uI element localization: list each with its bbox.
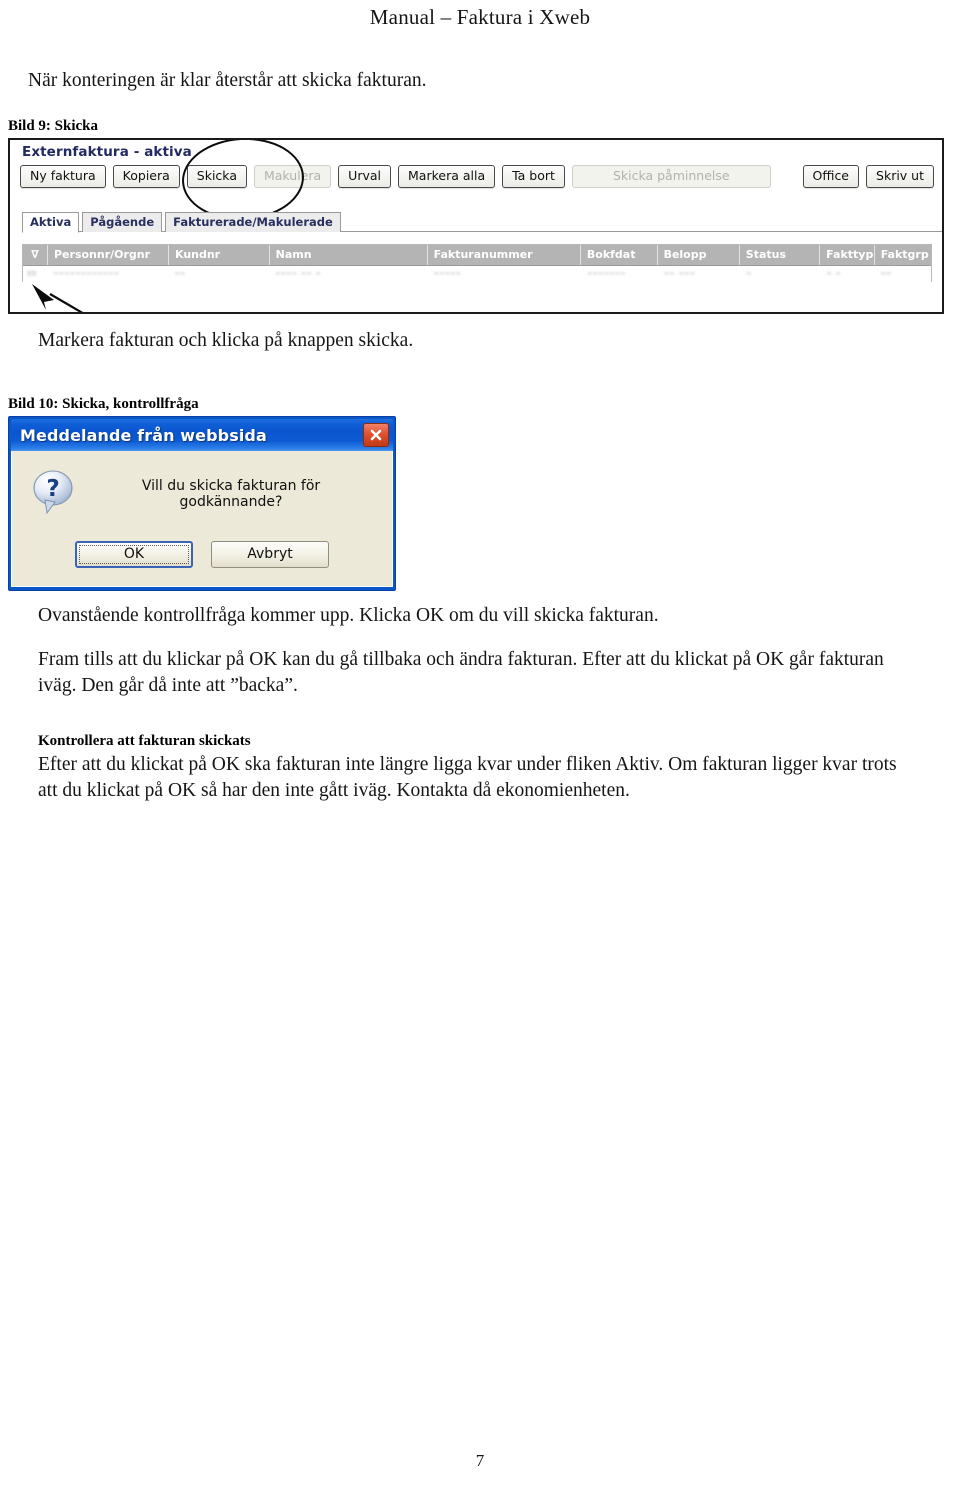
app-toolbar: Ny faktura Kopiera Skicka Makulera Urval… — [10, 160, 942, 188]
table-row[interactable]: ▭ –––––––––––– –– –––– –– – ––––– ––––––… — [23, 265, 931, 282]
app-title: Externfaktura - aktiva — [22, 144, 192, 160]
skriv-ut-button[interactable]: Skriv ut — [866, 165, 934, 188]
column-header-status[interactable]: Status — [740, 244, 821, 265]
column-header-kundnr[interactable]: Kundnr — [169, 244, 270, 265]
page-body: När konteringen är klar återstår att ski… — [0, 70, 960, 804]
body-subheading: Kontrollera att fakturan skickats — [38, 732, 251, 749]
dialog-titlebar: Meddelande från webbsida — [11, 419, 393, 451]
page-number: 7 — [475, 1451, 485, 1470]
column-header-fakturanummer[interactable]: Fakturanummer — [428, 244, 581, 265]
dialog-message: Vill du skicka fakturan för godkännande? — [141, 478, 321, 510]
cell-status: – — [746, 268, 752, 280]
confirmation-dialog-screenshot: Meddelande från webbsida ? Vill du skick… — [8, 416, 396, 591]
dialog-message-row: ? Vill du skicka fakturan för godkännand… — [28, 465, 376, 521]
column-header-belopp[interactable]: Belopp — [658, 244, 740, 265]
column-header-fakttyp[interactable]: Fakttyp — [820, 244, 875, 265]
column-header-bokfdat[interactable]: Bokfdat — [581, 244, 658, 265]
intro-paragraph: När konteringen är klar återstår att ski… — [28, 70, 427, 91]
close-icon[interactable] — [363, 423, 389, 447]
urval-button[interactable]: Urval — [338, 165, 391, 188]
body-paragraph-1: Ovanstående kontrollfråga kommer upp. Kl… — [38, 605, 659, 626]
column-header-personnr[interactable]: Personnr/Orgnr — [48, 244, 169, 265]
row-checkbox[interactable]: ▭ — [23, 268, 47, 279]
markera-alla-button[interactable]: Markera alla — [398, 165, 496, 188]
filter-icon[interactable]: ∇ — [23, 244, 48, 265]
annotation-arrow-row — [32, 284, 84, 312]
cell-personnr: –––––––––––– — [53, 268, 120, 280]
page-header: Manual – Faktura i Xweb — [369, 5, 591, 29]
dialog-avbryt-button[interactable]: Avbryt — [211, 541, 329, 568]
mid-paragraph: Markera fakturan och klicka på knappen s… — [38, 330, 414, 351]
cell-fakturanummer: ––––– — [433, 268, 462, 280]
dialog-title: Meddelande från webbsida — [20, 425, 267, 445]
question-mark-icon: ? — [32, 469, 76, 519]
body-paragraph-3: Efter att du klickat på OK ska fakturan … — [38, 753, 897, 801]
cell-kundnr: –– — [174, 268, 186, 280]
ta-bort-button[interactable]: Ta bort — [502, 165, 565, 188]
column-header-namn[interactable]: Namn — [270, 244, 428, 265]
dialog-button-row: OK Avbryt — [28, 541, 376, 568]
cell-faktgrp: –– — [880, 268, 892, 280]
column-header-faktgrp[interactable]: Faktgrp — [875, 245, 931, 265]
svg-text:?: ? — [46, 476, 59, 502]
cell-fakttyp: – – — [826, 268, 842, 280]
externfaktura-app-screenshot: Externfaktura - aktiva Ny faktura Kopier… — [8, 138, 944, 314]
makulera-button: Makulera — [253, 165, 332, 188]
tab-aktiva[interactable]: Aktiva — [22, 211, 80, 233]
grid-header-row: ∇ Personnr/Orgnr Kundnr Namn Fakturanumm… — [23, 244, 931, 266]
skicka-button[interactable]: Skicka — [186, 165, 247, 188]
skicka-paminnelse-button: Skicka påminnelse — [571, 165, 771, 188]
ny-faktura-button[interactable]: Ny faktura — [20, 165, 106, 188]
dialog-body: ? Vill du skicka fakturan för godkännand… — [11, 451, 393, 587]
kopiera-button[interactable]: Kopiera — [112, 165, 180, 188]
invoice-grid: ∇ Personnr/Orgnr Kundnr Namn Fakturanumm… — [22, 243, 932, 282]
body-paragraph-2: Fram tills att du klickar på OK kan du g… — [38, 648, 884, 696]
cell-belopp: –– ––– — [664, 268, 696, 280]
tab-pagaende[interactable]: Pågående — [82, 211, 163, 232]
office-button[interactable]: Office — [802, 165, 860, 188]
app-tabs: Aktiva Pågående Fakturerade/Makulerade — [22, 211, 942, 233]
tab-fakturerade-makulerade[interactable]: Fakturerade/Makulerade — [165, 211, 341, 232]
dialog-ok-button[interactable]: OK — [75, 541, 193, 568]
figure9-caption: Bild 9: Skicka — [8, 118, 99, 134]
cell-namn: –––– –– – — [275, 268, 322, 280]
cell-bokfdat: ––––––– — [587, 268, 626, 280]
figure10-caption: Bild 10: Skicka, kontrollfråga — [8, 396, 199, 412]
